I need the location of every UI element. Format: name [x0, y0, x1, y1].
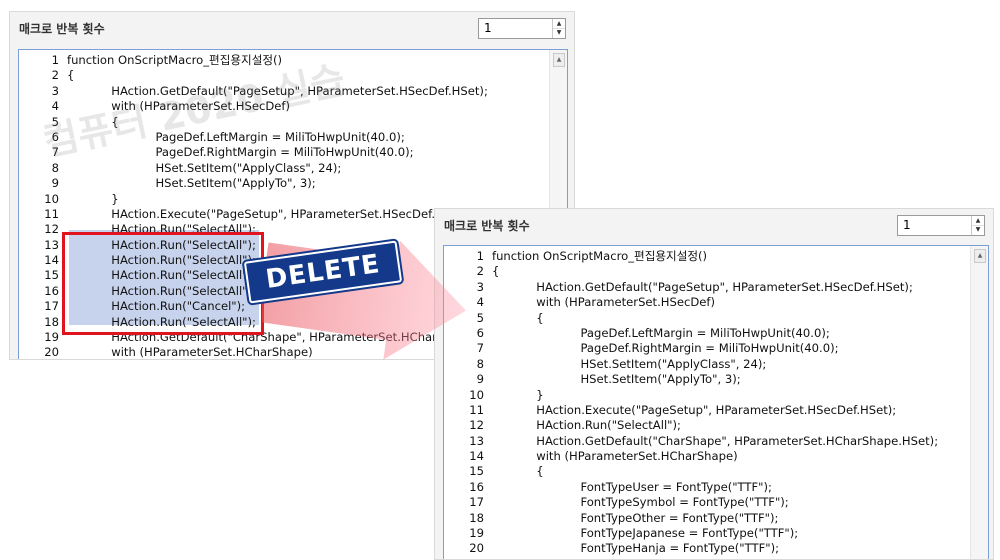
right-code-line: 3 HAction.GetDefault("PageSetup", HParam… [444, 280, 968, 295]
code-text: HAction.Run("SelectAll"); [492, 418, 681, 433]
right-code-line: 14 with (HParameterSet.HCharShape) [444, 449, 968, 464]
right-scroll-up-icon[interactable]: ▲ [974, 249, 986, 263]
line-number: 11 [44, 206, 59, 221]
right-code-editor[interactable]: 1 function OnScriptMacro_편집용지설정() 2{3 HAct… [443, 245, 989, 559]
right-code-line: 9 HSet.SetItem("ApplyTo", 3); [444, 372, 968, 387]
left-code-line: 8 HSet.SetItem("ApplyClass", 24); [19, 161, 547, 176]
line-number: 13 [44, 237, 59, 252]
line-number: 13 [469, 433, 484, 448]
right-code-line: 1 function OnScriptMacro_편집용지설정() [444, 249, 968, 264]
line-number: 10 [44, 191, 59, 206]
line-number: 14 [44, 253, 59, 268]
right-vertical-scrollbar[interactable]: ▲ [970, 246, 988, 559]
line-number: 9 [476, 372, 484, 387]
right-code-line: 11 HAction.Execute("PageSetup", HParamet… [444, 403, 968, 418]
right-code-lines: 1 function OnScriptMacro_편집용지설정() 2{3 HAct… [444, 249, 968, 557]
code-text: { [492, 310, 544, 325]
right-repeat-count-spinner[interactable]: 1 ▲ ▼ [897, 215, 985, 236]
line-number: 10 [469, 387, 484, 402]
code-text: HSet.SetItem("ApplyClass", 24); [492, 356, 767, 371]
code-text: FontTypeHanja = FontType("TTF"); [492, 541, 780, 556]
right-spinner-down-icon[interactable]: ▼ [972, 225, 984, 234]
left-repeat-count-value[interactable]: 1 [484, 21, 492, 35]
line-number: 19 [469, 526, 484, 541]
right-code-line: 17 FontTypeSymbol = FontType("TTF"); [444, 495, 968, 510]
code-text: } [67, 191, 119, 206]
code-text: FontTypeUser = FontType("TTF"); [492, 479, 772, 494]
left-spinner-down-icon[interactable]: ▼ [553, 28, 565, 37]
code-text: HAction.Execute("PageSetup", HParameterS… [492, 402, 897, 417]
code-text: FontTypeSymbol = FontType("TTF"); [492, 495, 789, 510]
right-macro-panel: 매크로 반복 횟수 1 ▲ ▼ 1 function OnScriptMacro_… [434, 208, 994, 560]
right-code-line: 19 FontTypeJapanese = FontType("TTF"); [444, 526, 968, 541]
right-repeat-count-value[interactable]: 1 [903, 218, 911, 232]
code-text: HAction.Execute("PageSetup", HParameterS… [67, 206, 472, 221]
left-code-line: 10 } [19, 192, 547, 207]
right-code-line: 12 HAction.Run("SelectAll"); [444, 418, 968, 433]
left-repeat-count-label: 매크로 반복 횟수 [19, 22, 105, 36]
code-text: { [492, 464, 544, 479]
line-number: 17 [44, 299, 59, 314]
right-code-line: 16 FontTypeUser = FontType("TTF"); [444, 480, 968, 495]
line-number: 15 [44, 268, 59, 283]
code-text: HSet.SetItem("ApplyClass", 24); [67, 160, 342, 175]
code-text: FontTypeOther = FontType("TTF"); [492, 510, 779, 525]
code-text: { [492, 264, 500, 279]
right-code-line: 7 PageDef.RightMargin = MiliToHwpUnit(40… [444, 341, 968, 356]
code-text: HSet.SetItem("ApplyTo", 3); [67, 176, 316, 191]
line-number: 3 [51, 83, 59, 98]
code-text: HAction.GetDefault("PageSetup", HParamet… [492, 279, 913, 294]
line-number: 16 [44, 283, 59, 298]
right-code-line: 10 } [444, 388, 968, 403]
right-code-line: 15 { [444, 464, 968, 479]
code-text: function OnScriptMacro_편집용지설정() [67, 53, 283, 67]
line-number: 19 [44, 330, 59, 345]
code-text: { [67, 68, 75, 83]
line-number: 16 [469, 479, 484, 494]
line-number: 15 [469, 464, 484, 479]
left-repeat-count-spinner[interactable]: 1 ▲ ▼ [478, 18, 566, 39]
right-repeat-count-label: 매크로 반복 횟수 [444, 219, 530, 233]
right-code-line: 2{ [444, 264, 968, 279]
code-text: HAction.GetDefault("CharShape", HParamet… [492, 433, 939, 448]
code-text: function OnScriptMacro_편집용지설정() [492, 249, 708, 263]
code-text: } [492, 387, 544, 402]
left-spinner-buttons: ▲ ▼ [552, 19, 565, 38]
line-number: 14 [469, 449, 484, 464]
line-number: 18 [44, 314, 59, 329]
line-number: 2 [51, 68, 59, 83]
line-number: 9 [51, 176, 59, 191]
right-code-line: 13 HAction.GetDefault("CharShape", HPara… [444, 434, 968, 449]
code-text: with (HParameterSet.HSecDef) [492, 295, 716, 310]
right-code-line: 5 { [444, 311, 968, 326]
deleted-lines-highlight [62, 232, 264, 335]
line-number: 12 [469, 418, 484, 433]
code-text: HSet.SetItem("ApplyTo", 3); [492, 372, 741, 387]
right-code-line: 8 HSet.SetItem("ApplyClass", 24); [444, 357, 968, 372]
line-number: 11 [469, 402, 484, 417]
right-code-line: 20 FontTypeHanja = FontType("TTF"); [444, 541, 968, 556]
left-code-line: 9 HSet.SetItem("ApplyTo", 3); [19, 176, 547, 191]
left-scroll-up-icon[interactable]: ▲ [553, 53, 565, 67]
line-number: 12 [44, 222, 59, 237]
right-code-line: 18 FontTypeOther = FontType("TTF"); [444, 511, 968, 526]
line-number: 20 [469, 541, 484, 556]
right-code-line: 4 with (HParameterSet.HSecDef) [444, 295, 968, 310]
code-text: with (HParameterSet.HCharShape) [492, 449, 738, 464]
right-spinner-buttons: ▲ ▼ [971, 216, 984, 235]
right-code-line: 6 PageDef.LeftMargin = MiliToHwpUnit(40.… [444, 326, 968, 341]
line-number: 1 [51, 53, 59, 67]
code-text: PageDef.RightMargin = MiliToHwpUnit(40.0… [492, 341, 839, 356]
code-text: FontTypeJapanese = FontType("TTF"); [492, 526, 799, 541]
line-number: 17 [469, 495, 484, 510]
line-number: 18 [469, 510, 484, 525]
line-number: 20 [44, 345, 59, 360]
code-text: PageDef.LeftMargin = MiliToHwpUnit(40.0)… [492, 325, 830, 340]
